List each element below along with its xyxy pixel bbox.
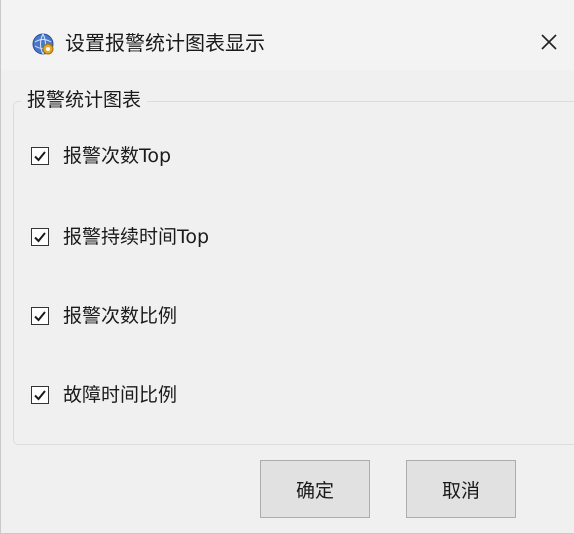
title-bar: 设置报警统计图表显示 [1, 0, 574, 70]
checkbox-label: 报警持续时间Top [63, 226, 210, 248]
window-title: 设置报警统计图表显示 [65, 31, 265, 55]
close-icon [541, 34, 557, 50]
ok-button[interactable]: 确定 [260, 460, 370, 518]
checkbox-box[interactable] [31, 307, 49, 325]
checkbox-label: 报警次数比例 [63, 305, 178, 327]
checkbox-alarm-duration-top[interactable]: 报警持续时间Top [31, 222, 209, 252]
checkbox-box[interactable] [31, 228, 49, 246]
checkmark-icon [34, 311, 46, 322]
checkbox-label: 故障时间比例 [63, 384, 178, 406]
close-button[interactable] [527, 22, 571, 62]
checkmark-icon [34, 390, 46, 401]
dialog-window: 设置报警统计图表显示 报警统计图表 报警次数Top 报警持续时间Top 报警次数… [0, 0, 574, 534]
checkmark-icon [34, 151, 46, 162]
checkbox-alarm-count-ratio[interactable]: 报警次数比例 [31, 301, 177, 331]
checkbox-box[interactable] [31, 147, 49, 165]
checkbox-label: 报警次数Top [63, 145, 172, 167]
groupbox-title: 报警统计图表 [21, 86, 148, 114]
checkmark-icon [34, 232, 46, 243]
checkbox-alarm-count-top[interactable]: 报警次数Top [31, 141, 171, 171]
app-icon [31, 32, 55, 56]
checkbox-fault-time-ratio[interactable]: 故障时间比例 [31, 380, 177, 410]
checkbox-box[interactable] [31, 386, 49, 404]
cancel-button[interactable]: 取消 [406, 460, 516, 518]
